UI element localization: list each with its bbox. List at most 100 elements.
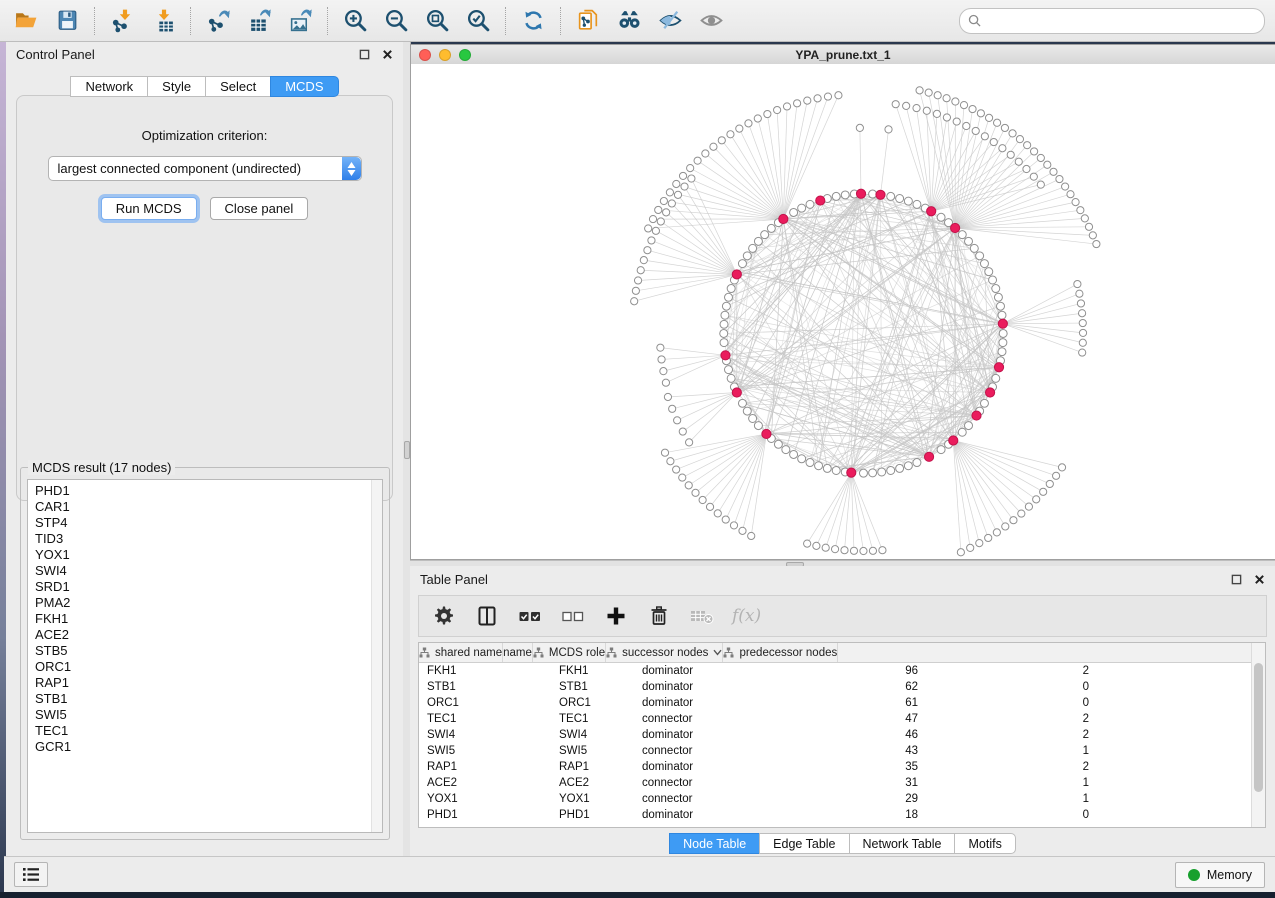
cell-shared-name: ACE2 (419, 777, 551, 789)
column-header[interactable]: name (503, 643, 533, 662)
table-row[interactable]: FKH1 FKH1 dominator 96 2 (419, 663, 1265, 679)
table-scrollbar-thumb[interactable] (1254, 663, 1263, 792)
close-mcds-panel-button[interactable]: Close panel (210, 197, 309, 220)
table-row[interactable]: TEC1 TEC1 connector 47 2 (419, 711, 1265, 727)
style-visibility-button[interactable] (654, 4, 687, 37)
cell-name: STB1 (551, 681, 632, 693)
list-item[interactable]: STB5 (35, 643, 382, 659)
refresh-group (517, 4, 550, 37)
column-header[interactable]: shared name (419, 643, 503, 662)
close-panel-button[interactable] (381, 48, 393, 60)
column-header[interactable]: successor nodes (606, 643, 723, 662)
network-canvas[interactable] (411, 64, 1275, 559)
list-item[interactable]: YOX1 (35, 547, 382, 563)
delete-table-button[interactable] (689, 603, 715, 629)
criterion-select[interactable]: largest connected component (undirected) (48, 156, 362, 181)
close-traffic-light[interactable] (419, 49, 431, 61)
search-binoculars-button[interactable] (613, 4, 646, 37)
network-window-titlebar[interactable]: YPA_prune.txt_1 (411, 45, 1275, 65)
list-item[interactable]: TID3 (35, 531, 382, 547)
list-item[interactable]: PHD1 (35, 483, 382, 499)
delete-column-button[interactable] (646, 603, 672, 629)
table-row[interactable]: ACE2 ACE2 connector 31 1 (419, 775, 1265, 791)
control-panel-tab[interactable]: Select (205, 76, 270, 97)
mcds-result-list[interactable]: PHD1 CAR1 STP4 TID3 YOX1 SWI4 SRD1 PMA2 … (27, 479, 383, 833)
function-builder-button[interactable]: f(x) (732, 603, 761, 629)
export-image-icon (288, 8, 313, 33)
control-panel-tab[interactable]: Network (70, 76, 147, 97)
add-column-button[interactable] (603, 603, 629, 629)
zoom-in-button[interactable] (339, 4, 372, 37)
select-stepper-icon (342, 157, 361, 180)
list-item[interactable]: GCR1 (35, 739, 382, 755)
show-columns-button[interactable] (474, 603, 500, 629)
table-row[interactable]: SWI5 SWI5 connector 43 1 (419, 743, 1265, 759)
network-graph[interactable] (411, 64, 1275, 559)
export-image-button[interactable] (284, 4, 317, 37)
save-icon (55, 8, 80, 33)
eye-icon (699, 8, 724, 33)
import-table-button[interactable] (147, 4, 180, 37)
list-item[interactable]: PMA2 (35, 595, 382, 611)
table-settings-button[interactable] (431, 603, 457, 629)
cell-mcds-role: connector (632, 713, 782, 725)
list-item[interactable]: SRD1 (35, 579, 382, 595)
table-row[interactable]: ORC1 ORC1 dominator 61 0 (419, 695, 1265, 711)
float-icon (359, 49, 370, 60)
deselect-all-button[interactable] (560, 603, 586, 629)
toolbar-separator (560, 7, 562, 35)
control-panel-tab[interactable]: MCDS (270, 76, 338, 97)
table-row[interactable]: YOX1 YOX1 connector 29 1 (419, 791, 1265, 807)
task-history-button[interactable] (14, 862, 48, 887)
column-header[interactable]: predecessor nodes (723, 643, 838, 662)
table-row[interactable]: STB1 STB1 dominator 62 0 (419, 679, 1265, 695)
column-header[interactable]: MCDS role (533, 643, 606, 662)
table-tab[interactable]: Edge Table (759, 833, 848, 854)
cell-mcds-role: dominator (632, 681, 782, 693)
list-item[interactable]: TEC1 (35, 723, 382, 739)
import-network-button[interactable] (106, 4, 139, 37)
list-item[interactable]: RAP1 (35, 675, 382, 691)
open-folder-button[interactable] (10, 4, 43, 37)
cell-successor-nodes: 46 (782, 729, 930, 741)
select-all-button[interactable] (517, 603, 543, 629)
table-scrollbar[interactable] (1251, 643, 1265, 827)
search-input[interactable] (987, 12, 1256, 29)
table-tab[interactable]: Node Table (669, 833, 759, 854)
cell-mcds-role: connector (632, 777, 782, 789)
list-item[interactable]: ACE2 (35, 627, 382, 643)
close-panel-button[interactable] (1253, 573, 1265, 585)
trash-icon (648, 605, 670, 627)
control-panel-tab[interactable]: Style (147, 76, 205, 97)
run-mcds-button[interactable]: Run MCDS (101, 197, 197, 220)
export-table-button[interactable] (243, 4, 276, 37)
refresh-button[interactable] (517, 4, 550, 37)
table-row[interactable]: RAP1 RAP1 dominator 35 2 (419, 759, 1265, 775)
zoom-fit-button[interactable] (421, 4, 454, 37)
maximize-traffic-light[interactable] (459, 49, 471, 61)
list-item[interactable]: ORC1 (35, 659, 382, 675)
network-from-selection-button[interactable] (572, 4, 605, 37)
save-button[interactable] (51, 4, 84, 37)
visibility-button[interactable] (695, 4, 728, 37)
zoom-selected-button[interactable] (462, 4, 495, 37)
table-tab[interactable]: Motifs (954, 833, 1015, 854)
cell-shared-name: ORC1 (419, 697, 551, 709)
zoom-out-button[interactable] (380, 4, 413, 37)
list-item[interactable]: FKH1 (35, 611, 382, 627)
float-panel-button[interactable] (1230, 573, 1242, 585)
float-panel-button[interactable] (358, 48, 370, 60)
list-item[interactable]: SWI5 (35, 707, 382, 723)
table-tab[interactable]: Network Table (849, 833, 955, 854)
list-item[interactable]: SWI4 (35, 563, 382, 579)
minimize-traffic-light[interactable] (439, 49, 451, 61)
table-row[interactable]: PHD1 PHD1 dominator 18 0 (419, 807, 1265, 823)
mcds-list-scrollbar[interactable] (371, 480, 382, 832)
export-network-button[interactable] (202, 4, 235, 37)
list-item[interactable]: CAR1 (35, 499, 382, 515)
memory-button[interactable]: Memory (1175, 862, 1265, 888)
cell-shared-name: STB1 (419, 681, 551, 693)
list-item[interactable]: STP4 (35, 515, 382, 531)
list-item[interactable]: STB1 (35, 691, 382, 707)
table-row[interactable]: SWI4 SWI4 dominator 46 2 (419, 727, 1265, 743)
